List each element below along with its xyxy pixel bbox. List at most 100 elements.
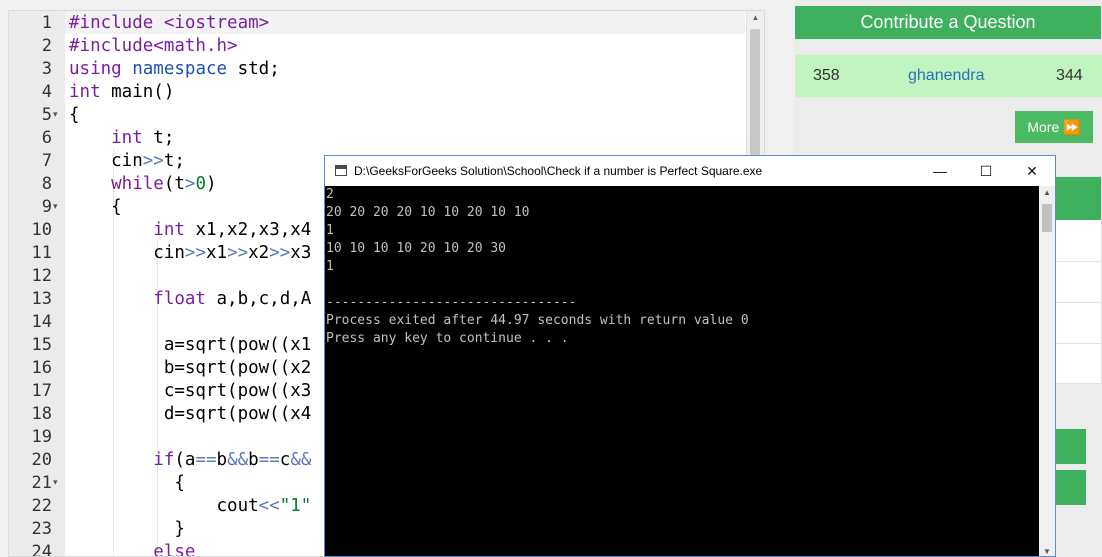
console-output-line: 1 bbox=[326, 259, 334, 274]
side-green-button[interactable] bbox=[1055, 429, 1086, 464]
line-number: 4 bbox=[41, 82, 52, 102]
code-token: { bbox=[69, 105, 80, 125]
code-token: #include<math.h> bbox=[69, 36, 238, 56]
side-green-button[interactable] bbox=[1055, 470, 1086, 505]
line-number: 22 bbox=[31, 496, 52, 516]
contribute-question-button[interactable]: Contribute a Question bbox=[795, 6, 1101, 39]
line-number: 1 bbox=[41, 13, 52, 33]
side-panel bbox=[1055, 176, 1102, 384]
code-token: "1" bbox=[279, 496, 312, 516]
code-line[interactable]: d=sqrt(pow((x4 bbox=[69, 403, 312, 426]
divider bbox=[1056, 343, 1101, 344]
console-titlebar[interactable]: D:\GeeksForGeeks Solution\School\Check i… bbox=[325, 156, 1055, 186]
console-scrollbar[interactable]: ▲ ▼ bbox=[1039, 186, 1055, 556]
line-number: 16 bbox=[31, 358, 52, 378]
code-token: } bbox=[69, 519, 185, 539]
line-number: 18 bbox=[31, 404, 52, 424]
line-number: 7 bbox=[41, 151, 52, 171]
console-output[interactable]: 2 20 20 20 20 10 10 20 10 10 1 10 10 10 10 … bbox=[325, 186, 1039, 556]
code-token: a,b,c,d,A bbox=[205, 289, 312, 309]
code-token: t; bbox=[163, 151, 185, 171]
console-output-line: Process exited after 44.97 seconds with … bbox=[326, 313, 749, 328]
code-token: cin bbox=[69, 151, 143, 171]
console-output-line: 2 bbox=[326, 187, 334, 202]
close-button[interactable]: ✕ bbox=[1009, 156, 1055, 186]
line-number: 3 bbox=[41, 59, 52, 79]
code-line[interactable]: #include <iostream> bbox=[69, 12, 269, 35]
line-number: 14 bbox=[31, 312, 52, 332]
code-line[interactable]: int t; bbox=[69, 127, 174, 150]
code-line[interactable]: b=sqrt(pow((x2 bbox=[69, 357, 312, 380]
minimize-button[interactable]: — bbox=[917, 156, 963, 186]
code-line[interactable]: { bbox=[69, 472, 185, 495]
code-line[interactable]: cout<<"1" bbox=[69, 495, 312, 518]
maximize-button[interactable]: ☐ bbox=[963, 156, 1009, 186]
code-token: >> bbox=[227, 243, 249, 263]
line-number-gutter: 1 2 3 4 5 ▾ 6 7 8 9 ▾ 10 11 12 13 14 15 16 17 18 19 20 21 ▾ 22 23… bbox=[9, 11, 65, 556]
console-window-icon bbox=[335, 165, 347, 176]
leaderboard-user-link[interactable]: ghanendra bbox=[908, 67, 985, 85]
triangle-up-icon[interactable]: ▲ bbox=[747, 13, 764, 22]
leaderboard-rank: 358 bbox=[813, 67, 840, 84]
code-token: d=sqrt(pow((x4 bbox=[69, 404, 312, 424]
code-token: x1,x2,x3,x4 bbox=[184, 220, 312, 240]
code-token: x3 bbox=[290, 243, 312, 263]
code-token: int bbox=[69, 220, 185, 240]
code-line[interactable]: using namespace std; bbox=[69, 58, 280, 81]
more-button[interactable]: More ⏩ bbox=[1015, 111, 1093, 143]
chevron-down-icon[interactable]: ▾ bbox=[53, 104, 58, 127]
code-token: << bbox=[258, 496, 280, 516]
divider bbox=[1056, 261, 1101, 262]
code-line[interactable]: c=sqrt(pow((x3 bbox=[69, 380, 312, 403]
console-title: D:\GeeksForGeeks Solution\School\Check i… bbox=[354, 164, 763, 178]
triangle-up-icon[interactable]: ▲ bbox=[1039, 188, 1055, 197]
code-line[interactable]: cin>>x1>>x2>>x3 bbox=[69, 242, 311, 265]
line-number: 13 bbox=[31, 289, 52, 309]
code-line[interactable]: int x1,x2,x3,x4 bbox=[69, 219, 311, 242]
line-number: 23 bbox=[31, 519, 52, 539]
code-line[interactable]: cin>>t; bbox=[69, 150, 185, 173]
code-token: c=sqrt(pow((x3 bbox=[69, 381, 312, 401]
line-number: 11 bbox=[31, 243, 52, 263]
code-token: c bbox=[279, 450, 291, 470]
code-line[interactable]: { bbox=[69, 196, 122, 219]
code-token: > bbox=[184, 174, 196, 194]
console-output-line: 1 bbox=[326, 223, 334, 238]
code-token: { bbox=[69, 197, 122, 217]
code-token: a=sqrt(pow((x1 bbox=[69, 335, 312, 355]
code-token: x2 bbox=[248, 243, 270, 263]
code-token: >> bbox=[269, 243, 291, 263]
code-line[interactable]: int main() bbox=[69, 81, 174, 104]
line-number: 24 bbox=[31, 542, 52, 557]
code-token: cin bbox=[69, 243, 185, 263]
code-line[interactable]: else bbox=[69, 541, 195, 556]
chevron-down-icon[interactable]: ▾ bbox=[53, 472, 58, 495]
code-line[interactable]: #include<math.h> bbox=[69, 35, 238, 58]
code-token: int bbox=[69, 128, 143, 148]
code-token: if bbox=[69, 450, 175, 470]
code-token: (a bbox=[174, 450, 196, 470]
line-number: 21 bbox=[31, 473, 52, 493]
code-line[interactable]: { bbox=[69, 104, 80, 127]
code-line[interactable]: float a,b,c,d,A bbox=[69, 288, 311, 311]
code-line[interactable]: a=sqrt(pow((x1 bbox=[69, 334, 312, 357]
code-token: && bbox=[290, 450, 312, 470]
code-token: namespace bbox=[121, 59, 228, 79]
line-number: 15 bbox=[31, 335, 52, 355]
code-token: while bbox=[69, 174, 164, 194]
console-window[interactable]: D:\GeeksForGeeks Solution\School\Check i… bbox=[324, 155, 1056, 557]
code-line[interactable]: if(a==b&&b==c&& bbox=[69, 449, 311, 472]
console-scroll-thumb[interactable] bbox=[1042, 204, 1052, 232]
chevron-down-icon[interactable]: ▾ bbox=[53, 196, 58, 219]
line-number: 6 bbox=[41, 128, 52, 148]
code-line[interactable]: while(t>0) bbox=[69, 173, 216, 196]
code-token: >> bbox=[142, 151, 164, 171]
console-output-line: -------------------------------- bbox=[326, 295, 577, 310]
console-output-line: 10 10 10 10 20 10 20 30 bbox=[326, 241, 507, 256]
code-token: b bbox=[248, 450, 259, 470]
code-line[interactable]: } bbox=[69, 518, 185, 541]
code-token: using bbox=[69, 59, 122, 79]
triangle-down-icon[interactable]: ▼ bbox=[1039, 547, 1055, 556]
leaderboard-row: 358 ghanendra 344 bbox=[795, 55, 1102, 97]
code-token: t; bbox=[142, 128, 175, 148]
